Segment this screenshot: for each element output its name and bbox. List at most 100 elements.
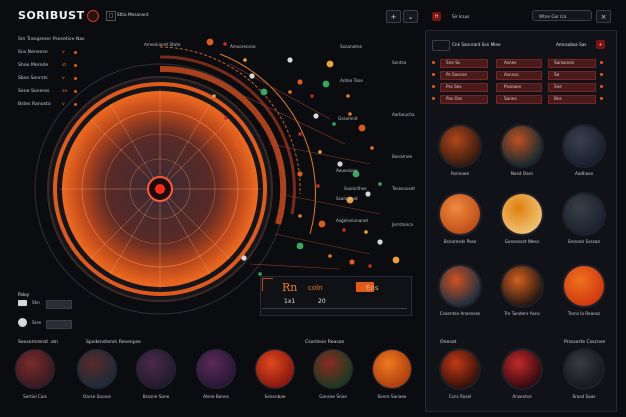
right-planet-label: Srenass Ssssan — [567, 239, 601, 244]
right-row-a: Pss Ses — [446, 84, 462, 89]
right-bottom-planet[interactable] — [565, 350, 603, 388]
side-row-a: Shn — [32, 300, 40, 305]
orbit-node-dot[interactable] — [313, 113, 319, 119]
right-bottom-planet-label: Anzentse — [512, 394, 532, 399]
right-panel-icon[interactable] — [432, 40, 450, 51]
orbit-node-dot[interactable] — [260, 88, 268, 96]
orbit-node-dot[interactable] — [316, 184, 320, 188]
orbit-node-dot[interactable] — [326, 60, 334, 68]
orbit-node-dot[interactable] — [318, 220, 326, 228]
orbit-node-dot[interactable] — [378, 182, 382, 186]
right-search-input[interactable]: Wtne Gar Ica — [532, 10, 592, 21]
gear-icon[interactable] — [87, 10, 99, 22]
right-planet[interactable] — [502, 126, 542, 166]
orbit-node-dot[interactable] — [223, 42, 227, 46]
orbit-label[interactable]: Jerrstonco — [392, 222, 413, 227]
right-panel-action[interactable]: Amnsabsa Sas — [556, 42, 587, 47]
toggle-icon-a[interactable] — [18, 300, 27, 306]
bottom-section-title: Sexsernrenst .stn — [18, 340, 59, 345]
bottom-planet[interactable] — [197, 350, 235, 388]
right-planet[interactable] — [440, 194, 480, 234]
orbit-node-dot[interactable] — [212, 94, 216, 98]
bottom-planet[interactable] — [373, 350, 411, 388]
right-planet-label: Gonsesset Wesn — [504, 239, 540, 244]
orbit-node-dot[interactable] — [342, 228, 346, 232]
orbit-node-dot[interactable] — [241, 255, 247, 261]
right-row-dot — [432, 97, 435, 100]
bottom-planet[interactable] — [314, 350, 352, 388]
orbit-label[interactable]: Bonarnee — [392, 154, 412, 159]
orbit-node-dot[interactable] — [297, 171, 303, 177]
orbit-label[interactable]: Amenkioret Stote — [144, 42, 181, 47]
orbit-label[interactable]: Amsorecsno — [230, 44, 256, 49]
right-planet[interactable] — [564, 194, 604, 234]
orbit-label[interactable]: Ssanconet — [336, 196, 358, 201]
right-planet[interactable] — [440, 266, 480, 306]
orbit-node-dot[interactable] — [318, 150, 322, 154]
orbit-node-dot[interactable] — [392, 256, 400, 264]
orbit-node-dot[interactable] — [377, 239, 383, 245]
orbit-node-dot[interactable] — [296, 242, 304, 250]
orbit-label[interactable]: Aarboucha — [392, 112, 415, 117]
right-row-dot — [432, 85, 435, 88]
right-planet[interactable] — [564, 266, 604, 306]
orbit-node-dot[interactable] — [358, 124, 366, 132]
orbit-node-dot[interactable] — [287, 57, 293, 63]
orbit-node-dot[interactable] — [224, 116, 228, 120]
stat-value-b: coln — [308, 284, 323, 292]
orbit-node-dot[interactable] — [365, 191, 371, 197]
right-header-icon[interactable]: H — [432, 12, 441, 21]
right-row-field-b[interactable] — [496, 59, 542, 68]
side-row-b: Ssre — [32, 320, 42, 325]
orbit-node-dot[interactable] — [337, 161, 343, 167]
orbit-node-dot[interactable] — [297, 79, 303, 85]
orbit-node-dot[interactable] — [364, 230, 368, 234]
orbit-node-dot[interactable] — [332, 122, 336, 126]
orbit-label[interactable]: Ssanicthes — [344, 186, 367, 191]
close-icon[interactable]: × — [596, 10, 611, 23]
orbit-node-dot[interactable] — [234, 140, 242, 148]
chevron-down-icon[interactable]: ⌄ — [403, 10, 418, 23]
orbit-label[interactable]: Sosanetne — [340, 44, 362, 49]
right-planet[interactable] — [502, 266, 542, 306]
toggle-icon-b[interactable] — [18, 318, 27, 327]
right-bottom-planet[interactable] — [441, 350, 479, 388]
right-planet[interactable] — [502, 194, 542, 234]
right-bottom-label-b: Prsssorte Csscnse — [564, 340, 606, 345]
orbit-label[interactable]: Gssemnit — [338, 116, 358, 121]
add-button[interactable]: + — [386, 10, 401, 23]
bottom-planet[interactable] — [137, 350, 175, 388]
bottom-planet[interactable] — [16, 350, 54, 388]
bottom-planet[interactable] — [256, 350, 294, 388]
orbit-node-dot[interactable] — [346, 94, 350, 98]
orbit-label[interactable]: Aeuesione — [336, 168, 358, 173]
orbit-node-dot[interactable] — [249, 73, 255, 79]
orbit-node-dot[interactable] — [370, 146, 374, 150]
header-tab-icon[interactable]: □ — [106, 11, 116, 21]
right-row-field-b[interactable] — [496, 95, 542, 104]
right-planet[interactable] — [564, 126, 604, 166]
orbit-node-dot[interactable] — [298, 214, 302, 218]
right-bottom-label-a: Onesot — [440, 340, 457, 345]
orbit-node-dot[interactable] — [243, 58, 247, 62]
orbit-label[interactable]: Anteo Tose — [340, 78, 363, 83]
orbit-node-dot[interactable] — [349, 259, 355, 265]
orbit-node-dot[interactable] — [368, 264, 372, 268]
orbit-node-dot[interactable] — [298, 132, 302, 136]
bottom-planet[interactable] — [78, 350, 116, 388]
orbit-node-dot[interactable] — [328, 254, 332, 258]
right-row-c: Sne — [554, 84, 562, 89]
orbit-label[interactable]: Sentse — [392, 60, 406, 65]
right-bottom-planet[interactable] — [503, 350, 541, 388]
right-row-field-b[interactable] — [496, 71, 542, 80]
orbit-node-dot[interactable] — [310, 94, 314, 98]
right-planet[interactable] — [440, 126, 480, 166]
orbit-node-dot[interactable] — [288, 90, 292, 94]
orbit-node-dot[interactable] — [322, 80, 330, 88]
bottom-planet-label: Alsne Benns — [203, 394, 229, 399]
orbit-label[interactable]: Tesesnoset — [392, 186, 415, 191]
orbit-label[interactable]: Asgelnsionanet — [336, 218, 368, 223]
right-panel-action-icon[interactable]: + — [596, 40, 605, 49]
orbit-node-dot[interactable] — [206, 38, 214, 46]
stat-value-a: Rn — [282, 281, 298, 294]
